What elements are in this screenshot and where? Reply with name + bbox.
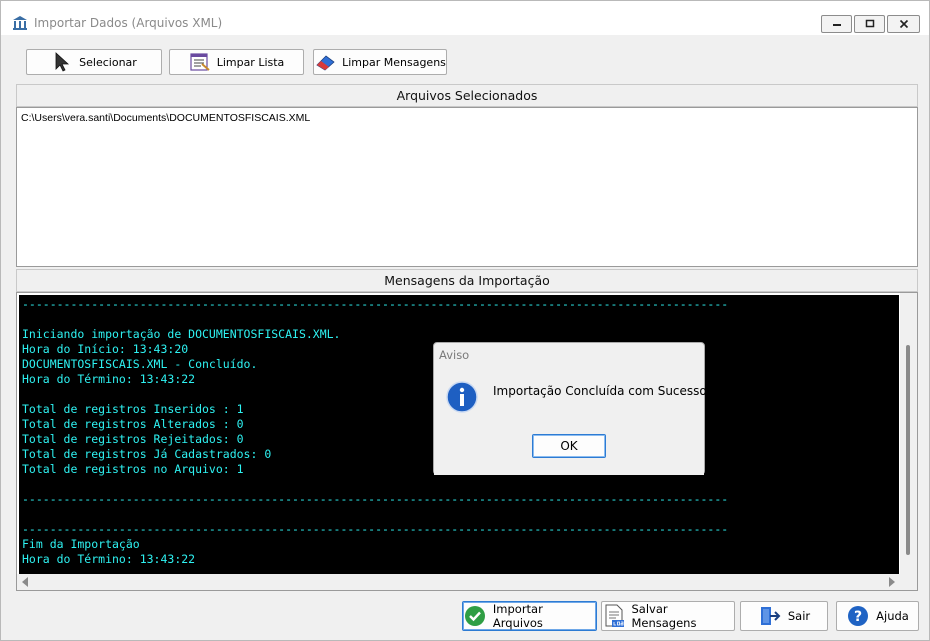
info-icon [446, 381, 478, 413]
minimize-button[interactable] [821, 15, 852, 33]
window-title: Importar Dados (Arquivos XML) [34, 16, 223, 30]
console-line: ----------------------------------------… [22, 492, 729, 506]
scroll-right-icon[interactable] [889, 577, 895, 587]
clear-list-button-label: Limpar Lista [216, 55, 285, 69]
dialog-body: Importação Concluída com Sucesso! OK [434, 367, 712, 475]
eraser-icon [316, 55, 335, 71]
console-line: Fim da Importação [22, 537, 140, 551]
maximize-button[interactable] [854, 15, 885, 33]
files-section-header: Arquivos Selecionados [16, 84, 918, 107]
bottom-bar: Importar Arquivos Salvar Mensagens Sair … [11, 597, 921, 637]
console-line: Iniciando importação de DOCUMENTOSFISCAI… [22, 327, 341, 341]
import-window: Importar Dados (Arquivos XML) Selecionar [0, 0, 930, 641]
help-button-label: Ajuda [876, 609, 909, 623]
exit-button[interactable]: Sair [740, 601, 828, 631]
clear-messages-button-label: Limpar Mensagens [342, 55, 446, 69]
vertical-scrollbar[interactable] [900, 293, 917, 575]
import-files-button-label: Importar Arquivos [492, 602, 543, 630]
file-list[interactable]: C:\Users\vera.santi\Documents\DOCUMENTOS… [16, 107, 918, 267]
help-icon: ? [848, 606, 869, 626]
list-item[interactable]: C:\Users\vera.santi\Documents\DOCUMENTOS… [21, 112, 310, 124]
exit-button-label: Sair [787, 609, 811, 623]
ok-button[interactable]: OK [532, 434, 606, 458]
select-button[interactable]: Selecionar [26, 49, 162, 75]
dialog-title: Aviso [439, 348, 470, 362]
scroll-left-icon[interactable] [22, 577, 28, 587]
svg-text:?: ? [854, 609, 862, 625]
save-messages-button[interactable]: Salvar Mensagens [601, 601, 735, 631]
import-files-button[interactable]: Importar Arquivos [462, 601, 597, 631]
check-circle-icon [464, 606, 485, 626]
close-button[interactable] [887, 15, 920, 33]
dialog-message: Importação Concluída com Sucesso! [493, 384, 712, 398]
bank-icon [13, 16, 27, 30]
minimize-icon [832, 24, 841, 26]
vertical-scroll-thumb[interactable] [906, 345, 910, 555]
help-button[interactable]: ? Ajuda [836, 601, 919, 631]
console-line: ----------------------------------------… [22, 297, 729, 311]
horizontal-scrollbar[interactable] [17, 574, 917, 590]
toolbar: Selecionar Limpar Lista Limpar Mensagens [11, 41, 919, 82]
console-line: Hora do Término: 13:43:22 [22, 552, 196, 566]
clear-list-icon [190, 53, 210, 71]
save-log-icon [605, 604, 624, 627]
close-icon [899, 19, 908, 29]
messages-section-header: Mensagens da Importação [16, 269, 918, 292]
console-line: ----------------------------------------… [22, 522, 729, 536]
select-button-label: Selecionar [79, 55, 137, 69]
maximize-icon [865, 19, 874, 28]
clear-messages-button[interactable]: Limpar Mensagens [313, 49, 447, 75]
cursor-arrow-icon [55, 52, 70, 72]
title-bar[interactable]: Importar Dados (Arquivos XML) [1, 1, 929, 35]
notice-dialog: Aviso Importação Concluída com Sucesso! … [433, 342, 712, 475]
save-messages-button-label: Salvar Mensagens [631, 602, 697, 630]
clear-list-button[interactable]: Limpar Lista [169, 49, 304, 75]
exit-door-icon [760, 607, 781, 625]
